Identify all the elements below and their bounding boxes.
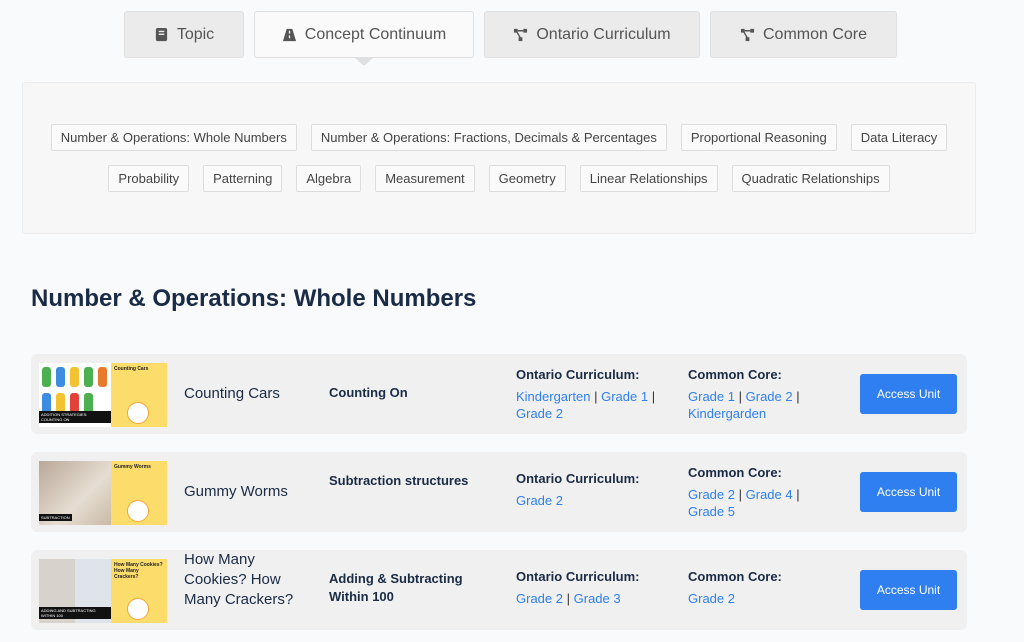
access-unit-button[interactable]: Access Unit	[860, 570, 957, 610]
topic-tag[interactable]: Data Literacy	[850, 124, 948, 151]
topic-tag[interactable]: Proportional Reasoning	[680, 124, 837, 151]
grade-link[interactable]: Grade 2	[688, 487, 735, 502]
topic-tag[interactable]: Patterning	[203, 165, 283, 192]
topic-tag[interactable]: Probability	[108, 165, 190, 192]
unit-row: ADDING AND SUBTRACTING WITHIN 100 How Ma…	[31, 550, 967, 630]
sitemap-icon	[740, 27, 755, 42]
separator: |	[566, 591, 570, 606]
topic-tag[interactable]: Quadratic Relationships	[731, 165, 890, 192]
grade-link[interactable]: Grade 1	[601, 389, 648, 404]
making-math-logo	[127, 402, 149, 424]
grade-link[interactable]: Grade 5	[688, 504, 735, 519]
topic-tag[interactable]: Measurement	[375, 165, 475, 192]
unit-thumbnail[interactable]: ADDING AND SUBTRACTING WITHIN 100 How Ma…	[39, 559, 167, 623]
common-core: Common Core: Grade 1 | Grade 2 | Kinderga…	[688, 366, 816, 422]
unit-row: SUBTRACTION Gummy Worms Gummy Worms Subt…	[31, 452, 967, 532]
separator: |	[594, 389, 598, 404]
ontario-curriculum: Ontario Curriculum: Grade 2	[516, 470, 671, 509]
thumb-badge: SUBTRACTION	[39, 514, 72, 521]
sitemap-icon	[513, 27, 528, 42]
separator: |	[738, 389, 742, 404]
tab-label: Common Core	[762, 25, 868, 43]
common-label: Common Core:	[688, 569, 782, 584]
ontario-label: Ontario Curriculum:	[516, 569, 640, 584]
separator: |	[651, 389, 656, 404]
topic-tag[interactable]: Number & Operations: Fractions, Decimals…	[310, 124, 667, 151]
ontario-label: Ontario Curriculum:	[516, 471, 640, 486]
grade-link[interactable]: Grade 2	[516, 493, 563, 508]
separator: |	[738, 487, 742, 502]
unit-title[interactable]: Gummy Worms	[184, 482, 304, 502]
grade-link[interactable]: Grade 1	[688, 389, 735, 404]
separator: |	[796, 487, 800, 502]
grade-link[interactable]: Grade 2	[688, 591, 735, 606]
thumb-title: How Many Cookies? How Many Crackers?	[114, 562, 163, 580]
topic-tag[interactable]: Algebra	[296, 165, 362, 192]
section-title: Number & Operations: Whole Numbers	[31, 285, 477, 312]
unit-row: ADDITION STRATEGIES: COUNTING ON Countin…	[31, 354, 967, 434]
separator: |	[796, 389, 800, 404]
thumb-title: Counting Cars	[114, 366, 149, 372]
access-unit-button[interactable]: Access Unit	[860, 374, 957, 414]
unit-thumbnail[interactable]: SUBTRACTION Gummy Worms	[39, 461, 167, 525]
ontario-label: Ontario Curriculum:	[516, 367, 640, 382]
thumb-badge: ADDITION STRATEGIES: COUNTING ON	[39, 411, 111, 423]
book-icon	[154, 27, 169, 42]
tab-label: Concept Continuum	[304, 25, 447, 43]
grade-link[interactable]: Grade 3	[574, 591, 621, 606]
grade-link[interactable]: Grade 2	[516, 406, 563, 421]
thumb-badge: ADDING AND SUBTRACTING WITHIN 100	[39, 607, 111, 619]
thumb-title: Gummy Worms	[114, 464, 151, 470]
unit-title[interactable]: How Many Cookies? How Many Crackers?	[184, 550, 304, 610]
ontario-curriculum: Ontario Curriculum: Grade 2 | Grade 3	[516, 568, 671, 607]
making-math-logo	[127, 598, 149, 620]
tab-label: Topic	[176, 25, 215, 43]
topic-tag[interactable]: Number & Operations: Whole Numbers	[50, 124, 297, 151]
tab-common-core[interactable]: Common Core	[710, 11, 897, 58]
grade-link[interactable]: Grade 2	[516, 591, 563, 606]
common-core: Common Core: Grade 2 | Grade 4 | Grade 5	[688, 464, 816, 520]
unit-title[interactable]: Counting Cars	[184, 384, 304, 404]
common-label: Common Core:	[688, 367, 782, 382]
grade-link[interactable]: Grade 4	[746, 487, 793, 502]
access-unit-button[interactable]: Access Unit	[860, 472, 957, 512]
topic-tag[interactable]: Linear Relationships	[579, 165, 718, 192]
common-core: Common Core: Grade 2	[688, 568, 816, 607]
making-math-logo	[127, 500, 149, 522]
grade-link[interactable]: Grade 2	[746, 389, 793, 404]
grade-link[interactable]: Kindergarden	[688, 406, 766, 421]
tab-label: Ontario Curriculum	[536, 25, 671, 43]
active-tab-caret	[355, 58, 373, 66]
topic-tag[interactable]: Geometry	[488, 165, 566, 192]
unit-concept: Counting On	[329, 385, 408, 400]
unit-thumbnail[interactable]: ADDITION STRATEGIES: COUNTING ON Countin…	[39, 363, 167, 427]
tab-ontario-curriculum[interactable]: Ontario Curriculum	[484, 11, 700, 58]
unit-concept: Adding & Subtracting Within 100	[329, 571, 463, 604]
ontario-curriculum: Ontario Curriculum: Kindergarten | Grade …	[516, 366, 671, 422]
topic-panel: Number & Operations: Whole Numbers Number…	[22, 82, 976, 234]
grade-link[interactable]: Kindergarten	[516, 389, 590, 404]
unit-concept: Subtraction structures	[329, 473, 469, 488]
tab-concept-continuum[interactable]: Concept Continuum	[254, 11, 474, 58]
common-label: Common Core:	[688, 465, 782, 480]
tab-topic[interactable]: Topic	[124, 11, 244, 58]
road-icon	[282, 27, 297, 42]
